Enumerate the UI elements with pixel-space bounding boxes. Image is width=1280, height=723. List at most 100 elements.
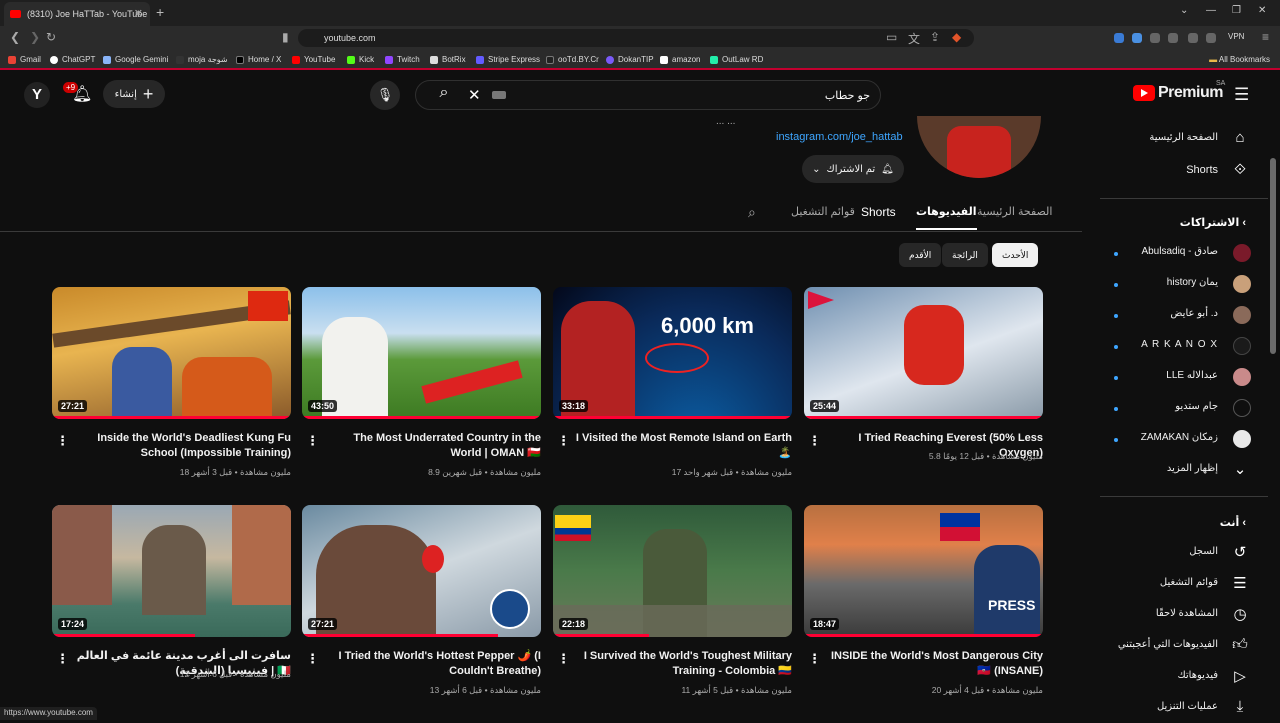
more-options-icon[interactable]: ⋮ xyxy=(808,433,821,449)
more-options-icon[interactable]: ⋮ xyxy=(306,651,319,667)
account-avatar[interactable]: Y xyxy=(24,82,50,108)
bookmark-item[interactable]: Google Gemini xyxy=(103,55,168,64)
tab-shorts[interactable]: Shorts xyxy=(861,205,896,219)
bookmark-item[interactable]: OutLaw RD xyxy=(710,55,763,64)
brave-shield-icon[interactable]: ◆ xyxy=(952,30,961,44)
bookmark-item[interactable]: Gmail xyxy=(8,55,41,64)
sidebar-item-downloads[interactable]: ⤓ عمليات التنزيل xyxy=(1088,695,1268,723)
chip-latest[interactable]: الأحدث xyxy=(992,243,1039,267)
guide-menu-icon[interactable]: ☰ xyxy=(1234,85,1249,105)
video-card[interactable]: 43:50 ⋮ The Most Underrated Country in t… xyxy=(302,287,541,477)
sidebar-toggle-icon[interactable] xyxy=(1188,33,1198,43)
sidebar-item-playlists[interactable]: ☰ قوائم التشغيل xyxy=(1088,571,1268,599)
tab-home[interactable]: الصفحة الرئيسية xyxy=(977,205,1052,218)
extension-icon[interactable] xyxy=(1132,33,1142,43)
more-options-icon[interactable]: ⋮ xyxy=(56,433,69,449)
video-thumbnail[interactable]: 43:50 xyxy=(302,287,541,419)
video-card[interactable]: PRESS 18:47 ⋮ INSIDE the World's Most Da… xyxy=(804,505,1043,695)
video-thumbnail[interactable]: 22:18 xyxy=(553,505,792,637)
leo-icon[interactable] xyxy=(1206,33,1216,43)
subscription-item[interactable]: جام ستديو xyxy=(1088,395,1268,423)
more-options-icon[interactable]: ⋮ xyxy=(56,651,69,667)
video-thumbnail[interactable]: 27:21 xyxy=(52,287,291,419)
close-tab-icon[interactable]: ✕ xyxy=(134,7,143,20)
video-title[interactable]: I Survived the World's Toughest Military… xyxy=(573,649,792,679)
bookmark-item[interactable]: Twitch xyxy=(385,55,420,64)
show-more-button[interactable]: ⌄ إظهار المزيد xyxy=(1088,457,1268,485)
video-card[interactable]: 27:21 ⋮ Inside the World's Deadliest Kun… xyxy=(52,287,291,477)
bookmark-item[interactable]: Home / X xyxy=(236,55,281,64)
instagram-link[interactable]: instagram.com/joe_hattab xyxy=(776,131,903,143)
extension-icon[interactable] xyxy=(1168,33,1178,43)
subscription-item[interactable]: A R K A N O X xyxy=(1088,333,1268,361)
bookmark-item[interactable]: DokanTIP xyxy=(606,55,654,64)
keyboard-icon[interactable] xyxy=(492,91,506,99)
voice-search-mic-icon[interactable]: 🎙︎ xyxy=(370,80,400,110)
bookmark-page-icon[interactable]: ▮ xyxy=(282,30,289,44)
video-card[interactable]: 6,000 km 33:18 ⋮ I Visited the Most Remo… xyxy=(553,287,792,477)
video-title[interactable]: The Most Underrated Country in the World… xyxy=(322,431,541,461)
more-options-icon[interactable]: ⋮ xyxy=(557,433,570,449)
tab-search-icon[interactable]: ⌄ xyxy=(1180,5,1188,16)
reload-icon[interactable]: ↻ xyxy=(46,30,56,44)
video-thumbnail[interactable]: PRESS 18:47 xyxy=(804,505,1043,637)
browser-tab[interactable]: (8310) Joe HaTTab - YouTube ✕ xyxy=(4,2,150,26)
search-icon[interactable]: ⌕ xyxy=(424,84,464,106)
menu-icon[interactable]: ≡ xyxy=(1262,30,1269,44)
sidebar-item-your-videos[interactable]: ▷ فيديوهاتك xyxy=(1088,664,1268,692)
extension-icon[interactable] xyxy=(1150,33,1160,43)
minimize-icon[interactable]: — xyxy=(1206,5,1216,16)
back-icon[interactable]: ❮ xyxy=(10,30,20,44)
chip-popular[interactable]: الرائجة xyxy=(942,243,988,267)
bookmark-item[interactable]: YouTube xyxy=(292,55,335,64)
bookmark-item[interactable]: Kick xyxy=(347,55,374,64)
sidebar-item-liked-videos[interactable]: 👍︎ الفيديوهات التي أعجبتني xyxy=(1088,633,1268,661)
bookmark-item[interactable]: ooTd.BY.Cr xyxy=(546,55,599,64)
video-title[interactable]: INSIDE the World's Most Dangerous City 🇭… xyxy=(824,649,1043,679)
video-title[interactable]: Inside the World's Deadliest Kung Fu Sch… xyxy=(72,431,291,461)
bookmark-item[interactable]: amazon xyxy=(660,55,700,64)
subscriptions-header[interactable]: الاشتراكات ‹ xyxy=(1180,216,1246,229)
you-header[interactable]: أنت ‹ xyxy=(1220,516,1246,529)
url-field[interactable]: youtube.com xyxy=(298,29,974,47)
all-bookmarks-button[interactable]: ▬ All Bookmarks xyxy=(1209,55,1270,64)
translate-icon[interactable]: 文 xyxy=(908,30,920,47)
video-card[interactable]: 27:21 ⋮ I Tried the World's Hottest Pepp… xyxy=(302,505,541,695)
video-thumbnail[interactable]: 6,000 km 33:18 xyxy=(553,287,792,419)
vpn-button[interactable]: VPN xyxy=(1228,32,1244,41)
video-card[interactable]: 22:18 ⋮ I Survived the World's Toughest … xyxy=(553,505,792,695)
extension-icon[interactable] xyxy=(1114,33,1124,43)
create-button[interactable]: إنشاء + xyxy=(103,80,165,108)
tab-videos[interactable]: الفيديوهات xyxy=(916,205,977,230)
video-card[interactable]: 17:24 ⋮ سافرت الى أغرب مدينة عائمة في ال… xyxy=(52,505,291,679)
video-card[interactable]: 25:44 ⋮ I Tried Reaching Everest (50% Le… xyxy=(804,287,1043,461)
maximize-icon[interactable]: ❐ xyxy=(1232,5,1241,16)
video-title[interactable]: I Visited the Most Remote Island on Eart… xyxy=(573,431,792,461)
new-tab-icon[interactable]: + xyxy=(156,4,164,20)
video-thumbnail[interactable]: 27:21 xyxy=(302,505,541,637)
sidebar-item-shorts[interactable]: ⟐ Shorts xyxy=(1088,158,1268,186)
subscription-item[interactable]: Abulsadiq - صادق xyxy=(1088,240,1268,268)
cast-icon[interactable]: ▭ xyxy=(886,30,897,44)
sidebar-item-history[interactable]: ↺ السجل xyxy=(1088,540,1268,568)
more-options-icon[interactable]: ⋮ xyxy=(808,651,821,667)
subscribed-button[interactable]: ⌄ تم الاشتراك 🔔︎ xyxy=(802,155,904,183)
bookmark-item[interactable]: BotRix xyxy=(430,55,466,64)
close-window-icon[interactable]: ✕ xyxy=(1258,5,1266,16)
bookmark-item[interactable]: Stripe Express xyxy=(476,55,540,64)
subscription-item[interactable]: ZAMAKAN زمكان xyxy=(1088,426,1268,454)
video-thumbnail[interactable]: 25:44 xyxy=(804,287,1043,419)
chip-oldest[interactable]: الأقدم xyxy=(899,243,942,267)
bookmark-item[interactable]: moja شوجة xyxy=(176,55,228,64)
subscription-item[interactable]: د. أبو عايض xyxy=(1088,302,1268,330)
channel-search-icon[interactable]: ⌕ xyxy=(748,204,756,221)
notifications-bell-icon[interactable]: 🔔︎ xyxy=(72,84,92,104)
sidebar-item-home[interactable]: ⌂ الصفحة الرئيسية xyxy=(1088,126,1268,154)
more-options-icon[interactable]: ⋮ xyxy=(557,651,570,667)
clear-search-icon[interactable]: ✕ xyxy=(468,86,481,104)
subscription-item[interactable]: LLE عبدالاله xyxy=(1088,364,1268,392)
channel-avatar[interactable] xyxy=(917,116,1041,178)
search-input[interactable] xyxy=(540,85,870,105)
forward-icon[interactable]: ❯ xyxy=(30,30,40,44)
sidebar-item-watch-later[interactable]: ◷ المشاهدة لاحقًا xyxy=(1088,602,1268,630)
